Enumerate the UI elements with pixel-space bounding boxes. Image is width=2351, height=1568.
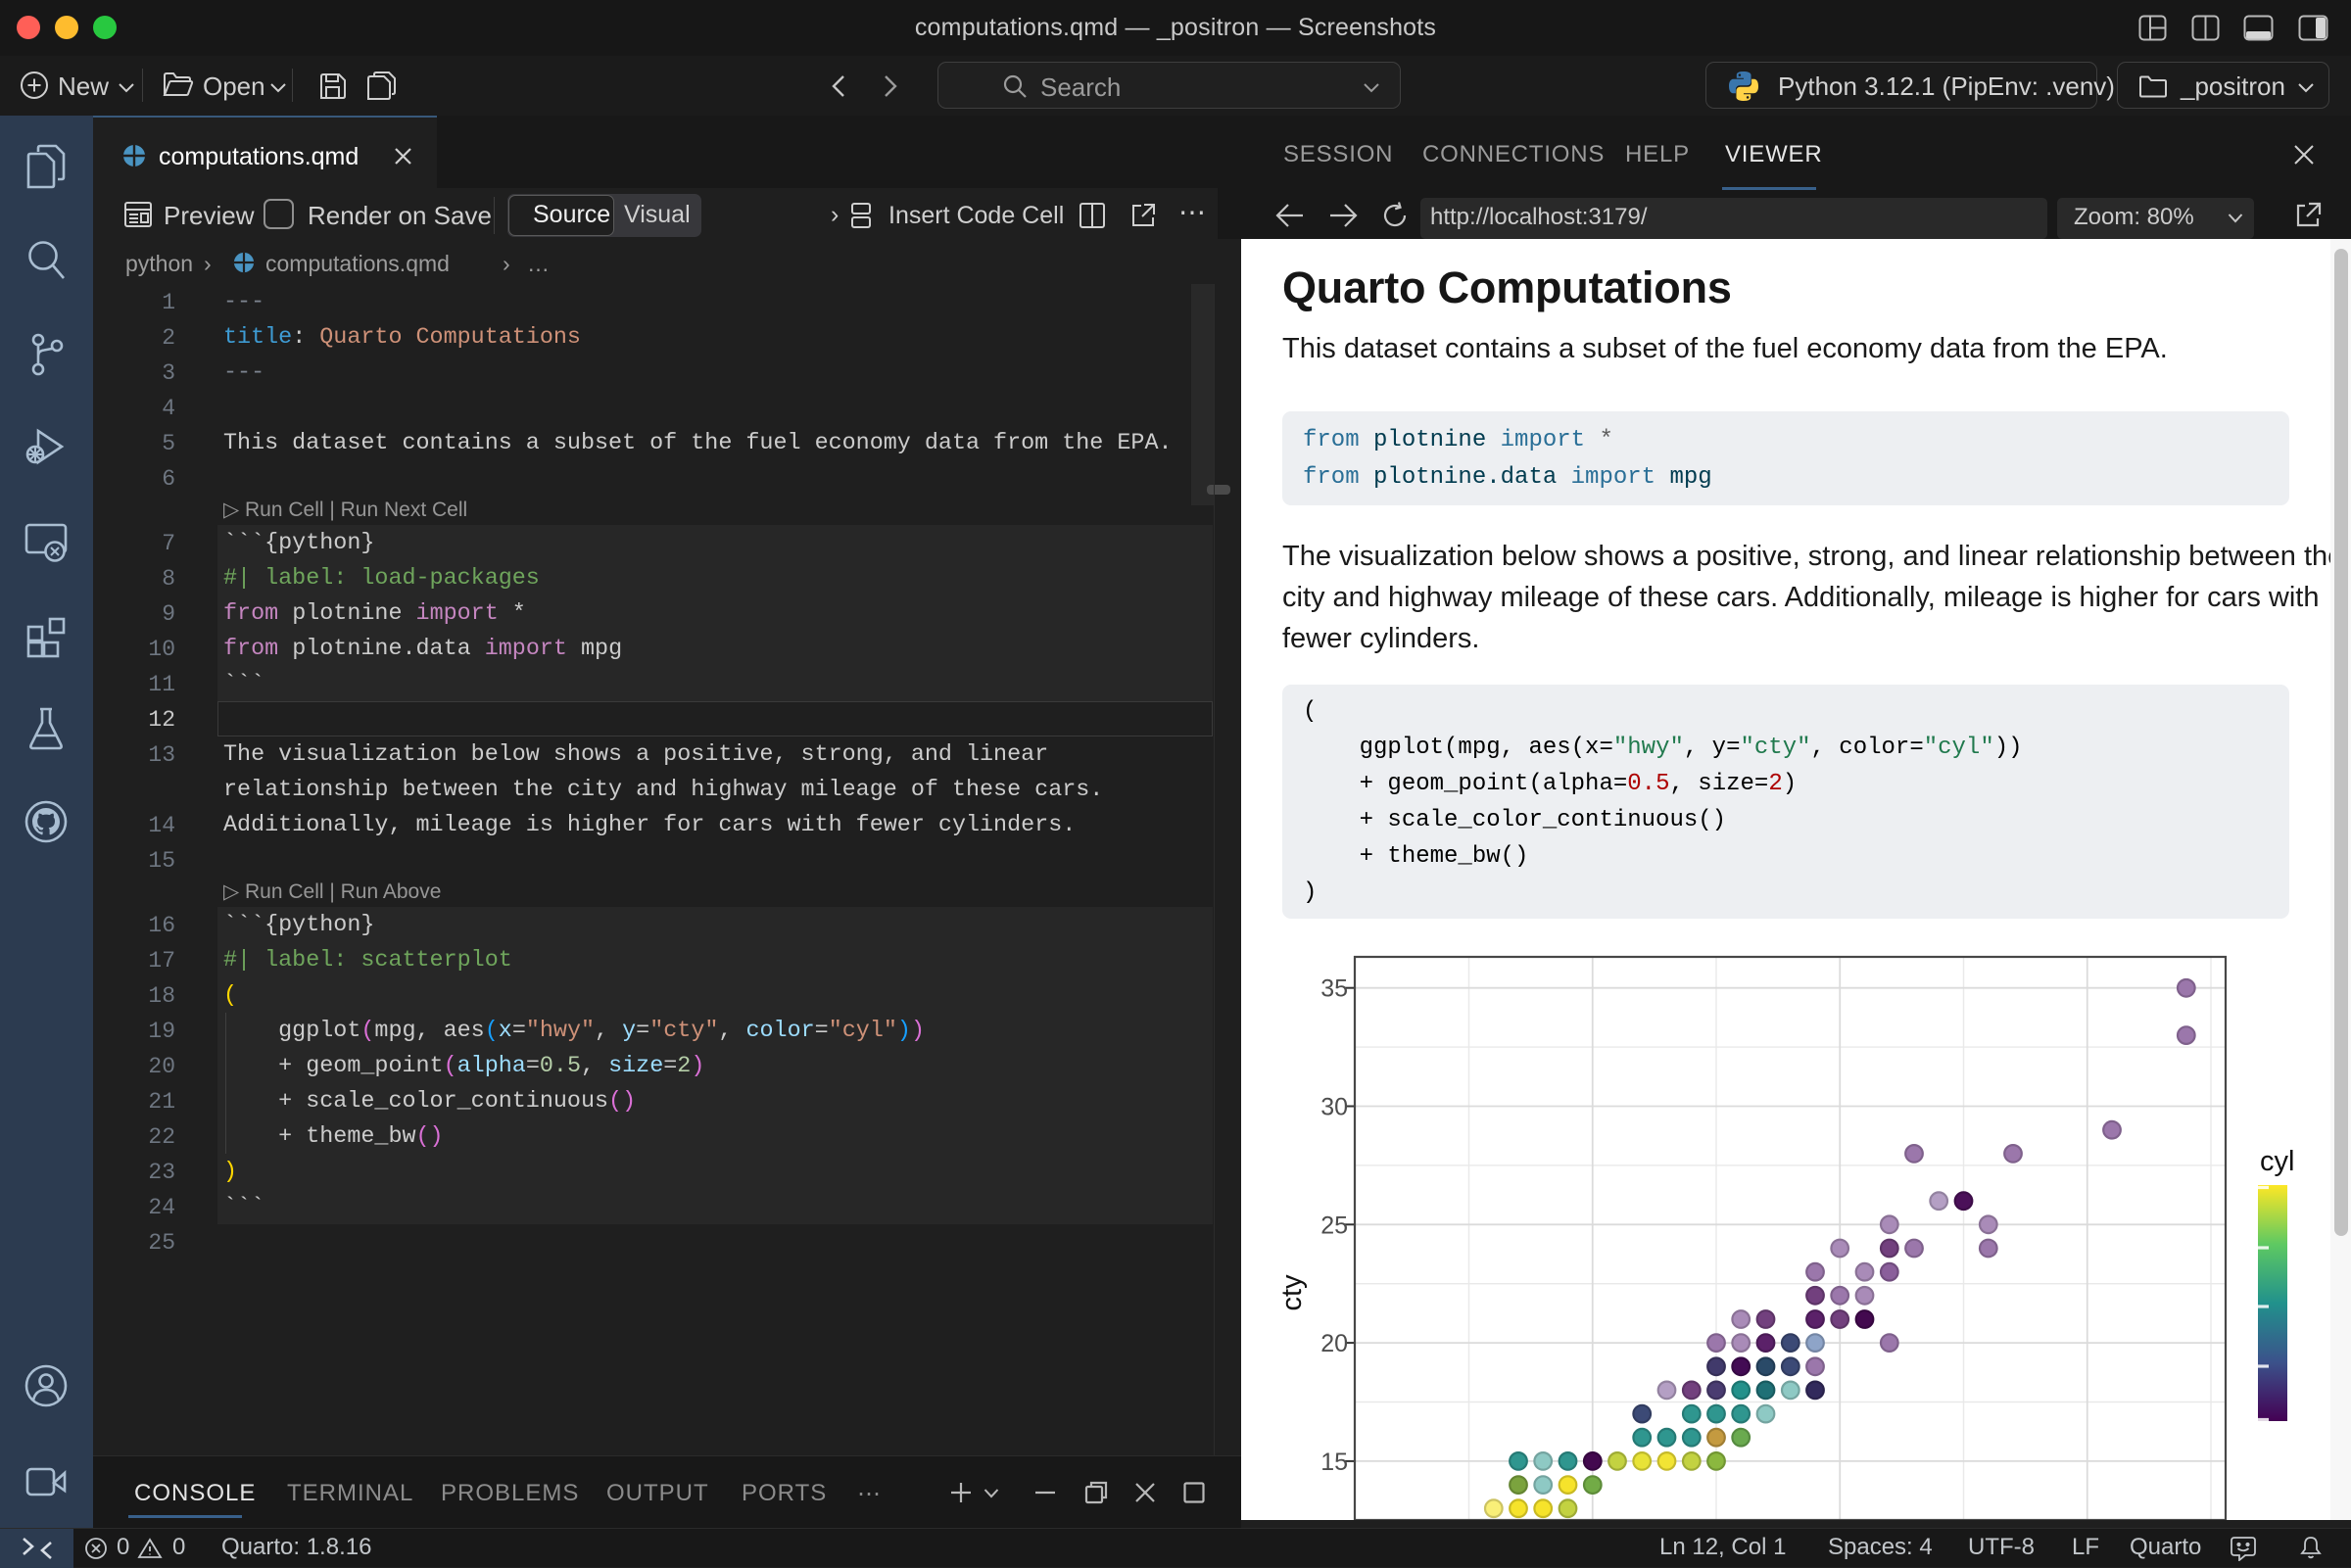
svg-text:25: 25 xyxy=(1320,1212,1348,1239)
svg-text:15: 15 xyxy=(1320,1449,1348,1476)
svg-text:30: 30 xyxy=(1320,1094,1348,1121)
svg-text:20: 20 xyxy=(1320,1330,1348,1357)
svg-text:cyl: cyl xyxy=(2260,1146,2294,1177)
svg-text:cty: cty xyxy=(1276,1274,1308,1311)
svg-text:35: 35 xyxy=(1320,975,1348,1003)
